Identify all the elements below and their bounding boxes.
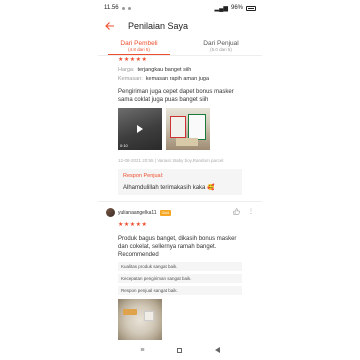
product-image (176, 138, 198, 146)
status-left: 11.56 (104, 5, 131, 11)
seller-response: Respon Penjual: Alhamdulillah terimakasi… (118, 169, 242, 195)
tab-label: Dari Pembeli (120, 39, 158, 47)
review-tag: Kualitas produk sangat baik. (118, 262, 242, 271)
review-card: ★★★★★ Produk bagus banget, dikasih bonus… (98, 221, 262, 341)
review-actions: ⋮ (233, 208, 254, 217)
product-image (188, 114, 206, 140)
review-text: Produk bagus banget, dikasih bonus maske… (118, 236, 237, 258)
system-nav-bar: ≡ (98, 340, 262, 360)
attribute-value: kemasan rapih aman juga (145, 76, 210, 82)
video-duration: 0:10 (120, 143, 128, 148)
menu-icon[interactable]: ≡ (140, 347, 144, 354)
phone-screen: 11.56 ▂▄▆ 96% Penilaian Saya Dari Pembel… (98, 0, 262, 360)
review-card: ★★★★★ Harga: terjangkau banget siih Kema… (98, 56, 262, 195)
status-right: ▂▄▆ 96% (214, 5, 256, 12)
review-attribute: Kemasan: kemasan rapih aman juga (118, 76, 242, 82)
signal-icon: ▂▄▆ (214, 5, 228, 12)
review-text: Pengiriman juga cepet dapet bonus masker… (118, 89, 234, 103)
review-video-thumbnail[interactable]: 0:10 (118, 108, 162, 150)
review-photo-thumbnail[interactable] (166, 108, 210, 150)
app-header: Penilaian Saya (98, 16, 262, 36)
thumbs-up-icon[interactable] (233, 208, 240, 217)
more-icon[interactable]: ⋮ (248, 208, 254, 217)
arrow-left-icon[interactable] (104, 20, 116, 32)
product-image (170, 116, 186, 138)
back-icon[interactable] (214, 347, 220, 353)
recent-apps-icon[interactable] (177, 347, 183, 353)
review-media: 0:10 (118, 108, 242, 150)
review-tag: Respon penjual sangat baik. (118, 286, 242, 295)
tab-score: (4.8 dari 5) (128, 46, 150, 52)
battery-icon (246, 5, 256, 11)
attribute-value: terjangkau banget siih (137, 67, 192, 73)
avatar[interactable] (106, 208, 115, 217)
status-time: 11.56 (104, 5, 119, 11)
notification-dot-icon (121, 6, 125, 10)
seller-response-label: Respon Penjual: (123, 173, 164, 179)
review-tag: Kecepatan pengiriman sangat baik. (118, 274, 242, 283)
star-rating: ★★★★★ (118, 57, 148, 63)
seller-response-text: Alhamdulillah terimakasih kaka 🥰 (123, 185, 215, 191)
product-image (144, 311, 154, 321)
rating-tabs: Dari Pembeli (4.8 dari 5) Dari Penjual (… (98, 36, 262, 56)
status-bar: 11.56 ▂▄▆ 96% (98, 0, 262, 16)
reviewer-header: yulianaangelka11 Gold ⋮ (98, 202, 262, 217)
page-title: Penilaian Saya (128, 21, 189, 31)
star-rating: ★★★★★ (118, 222, 148, 228)
notification-dot-icon (127, 6, 131, 10)
attribute-label: Kemasan: (118, 76, 143, 82)
member-badge: Gold (159, 209, 171, 216)
reviewer-username[interactable]: yulianaangelka11 (118, 210, 157, 216)
tab-from-seller[interactable]: Dari Penjual (5.0 dari 5) (180, 36, 262, 55)
tab-score: (5.0 dari 5) (210, 46, 232, 52)
tab-from-buyer[interactable]: Dari Pembeli (4.8 dari 5) (98, 36, 180, 55)
review-meta: 12-08-2021 20:55 | Variasi: Baby boy,Ran… (118, 158, 224, 163)
product-image (123, 309, 137, 315)
review-photo-thumbnail[interactable] (118, 299, 162, 341)
battery-percent: 96% (230, 5, 243, 11)
tab-label: Dari Penjual (203, 39, 239, 47)
attribute-label: Harga: (118, 67, 135, 73)
play-icon (137, 125, 143, 133)
review-attribute: Harga: terjangkau banget siih (118, 67, 242, 73)
